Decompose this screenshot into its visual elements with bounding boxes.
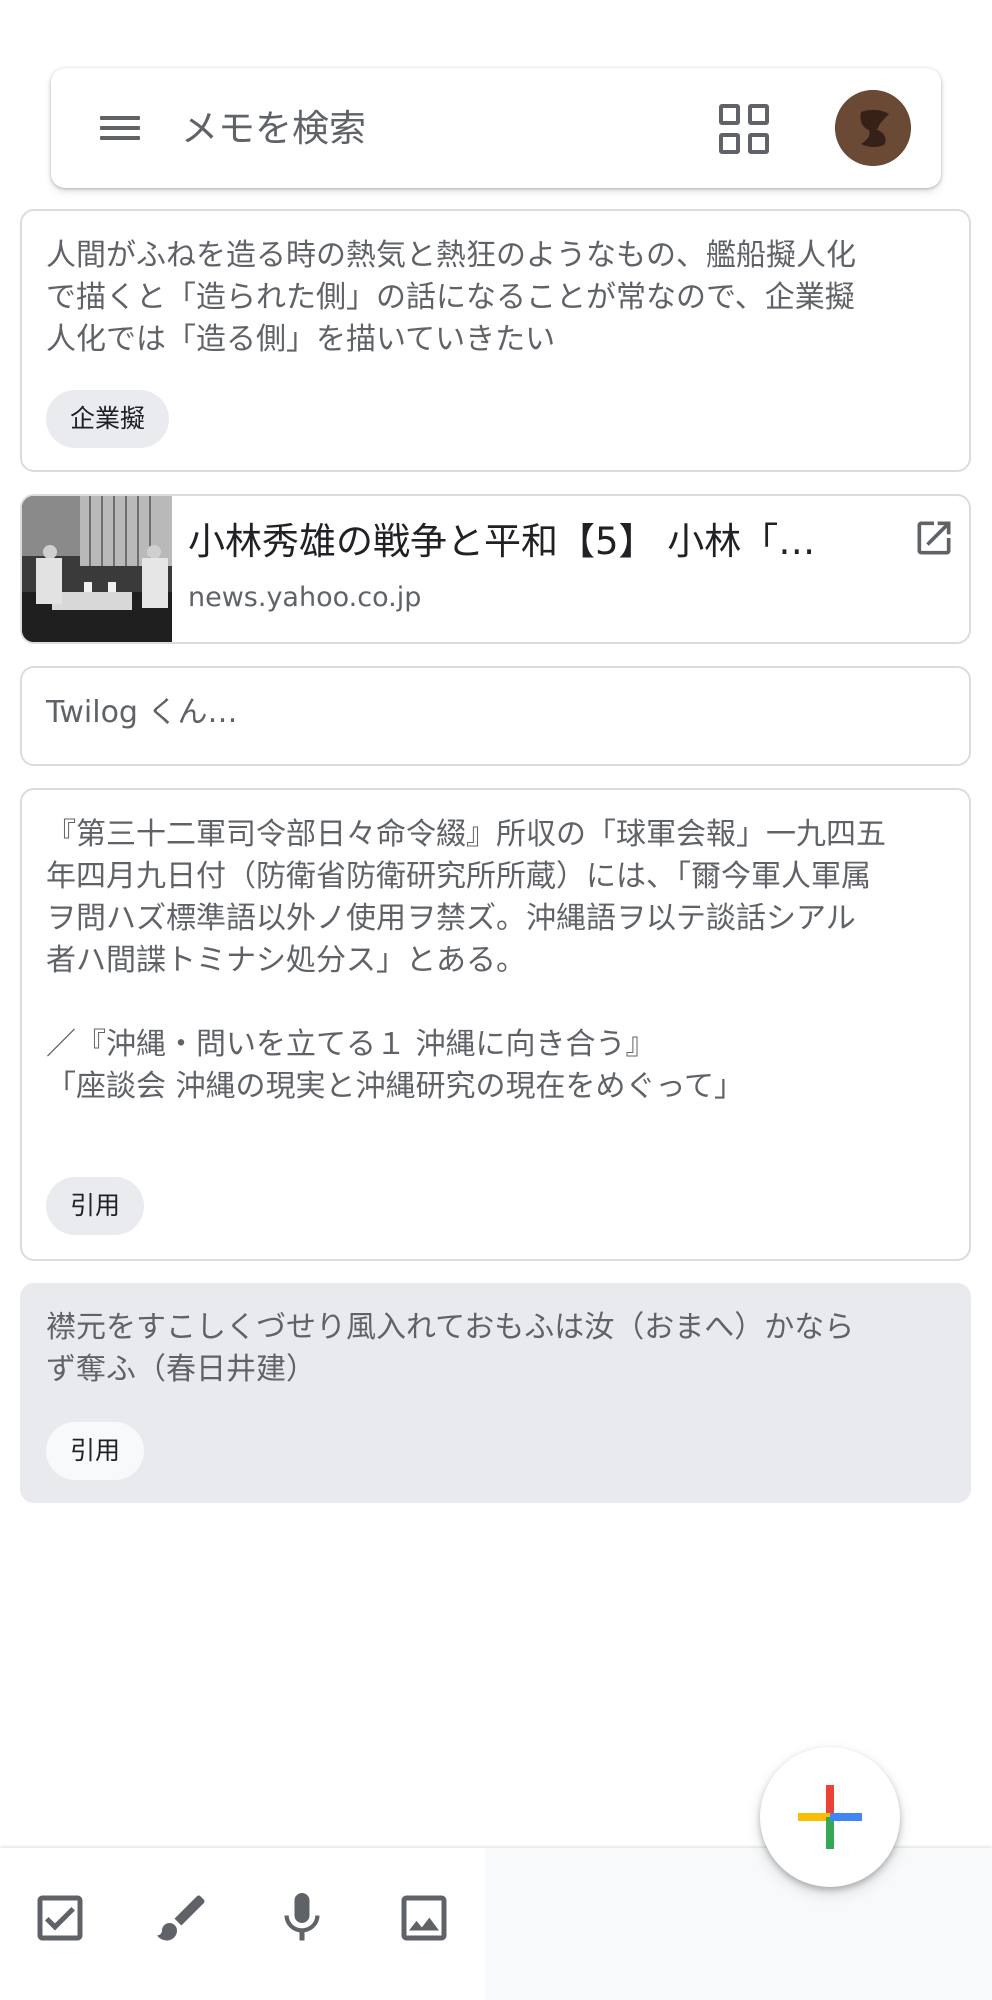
label-chip[interactable]: 企業擬 (46, 390, 170, 448)
plus-icon (798, 1785, 862, 1849)
open-in-new-icon[interactable] (912, 516, 956, 560)
bottom-actions (0, 1848, 485, 2000)
microphone-icon[interactable] (272, 1888, 332, 1948)
note-body: Twilog くん… (46, 695, 238, 730)
link-domain: news.yahoo.co.jp (188, 582, 422, 613)
note-card[interactable]: 『第三十二軍司令部日々命令綴』所収の「球軍会報」一九四五 年四月九日付（防衛省防… (20, 788, 971, 1261)
note-body: 『第三十二軍司令部日々命令綴』所収の「球軍会報」一九四五 年四月九日付（防衛省防… (46, 817, 886, 1104)
image-icon[interactable] (394, 1888, 454, 1948)
link-note-card[interactable]: 小林秀雄の戦争と平和【5】 小林「… news.yahoo.co.jp (20, 494, 971, 644)
menu-icon[interactable] (95, 109, 145, 147)
note-body: 人間がふねを造る時の熱気と熱狂のようなもの、艦船擬人化 で描くと「造られた側」の… (46, 238, 856, 357)
note-card[interactable]: 襟元をすこしくづせり風入れておもふは汝（おまへ）かなら ず奪ふ（春日井建） 引用 (20, 1283, 971, 1503)
note-card[interactable]: Twilog くん… (20, 666, 971, 766)
brush-icon[interactable] (152, 1888, 212, 1948)
label-chip[interactable]: 引用 (46, 1422, 145, 1480)
label-chip[interactable]: 引用 (46, 1177, 145, 1235)
checkbox-icon[interactable] (30, 1888, 90, 1948)
grid-view-icon[interactable] (719, 104, 771, 156)
new-note-fab[interactable] (760, 1747, 900, 1887)
search-bar (51, 68, 941, 188)
search-input[interactable] (181, 98, 601, 158)
link-title[interactable]: 小林秀雄の戦争と平和【5】 小林「… (188, 518, 868, 566)
note-card[interactable]: 人間がふねを造る時の熱気と熱狂のようなもの、艦船擬人化 で描くと「造られた側」の… (20, 209, 971, 472)
note-body: 襟元をすこしくづせり風入れておもふは汝（おまへ）かなら ず奪ふ（春日井建） (46, 1310, 855, 1387)
link-thumbnail (22, 496, 172, 642)
avatar[interactable] (835, 90, 911, 166)
